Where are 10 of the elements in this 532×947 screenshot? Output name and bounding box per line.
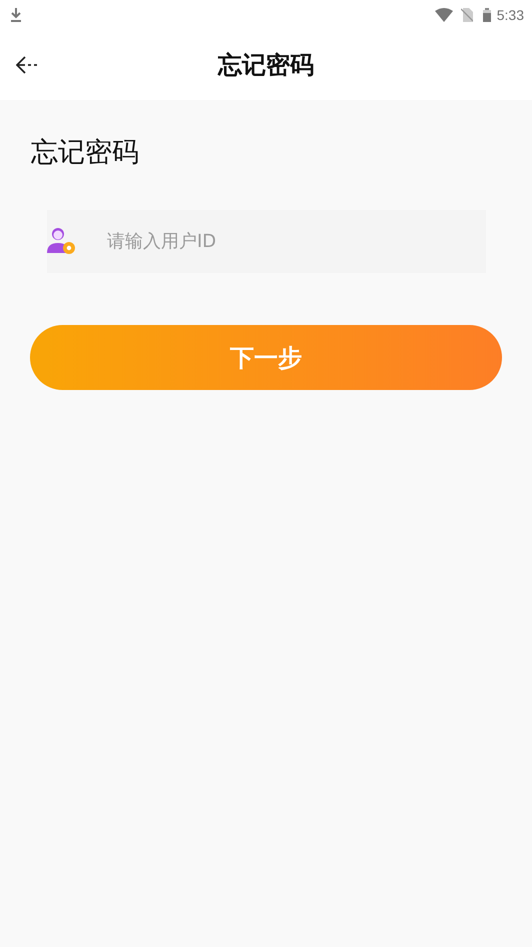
download-icon — [10, 8, 22, 22]
page-heading: 忘记密码 — [31, 136, 140, 170]
no-sim-icon — [460, 8, 473, 22]
user-gear-icon — [47, 227, 76, 255]
header-title: 忘记密码 — [218, 50, 314, 81]
battery-icon — [482, 8, 491, 22]
next-button[interactable]: 下一步 — [30, 325, 502, 390]
wifi-icon — [434, 8, 453, 22]
user-id-field[interactable]: 请输入用户ID — [47, 210, 486, 273]
status-time: 5:33 — [496, 7, 524, 23]
